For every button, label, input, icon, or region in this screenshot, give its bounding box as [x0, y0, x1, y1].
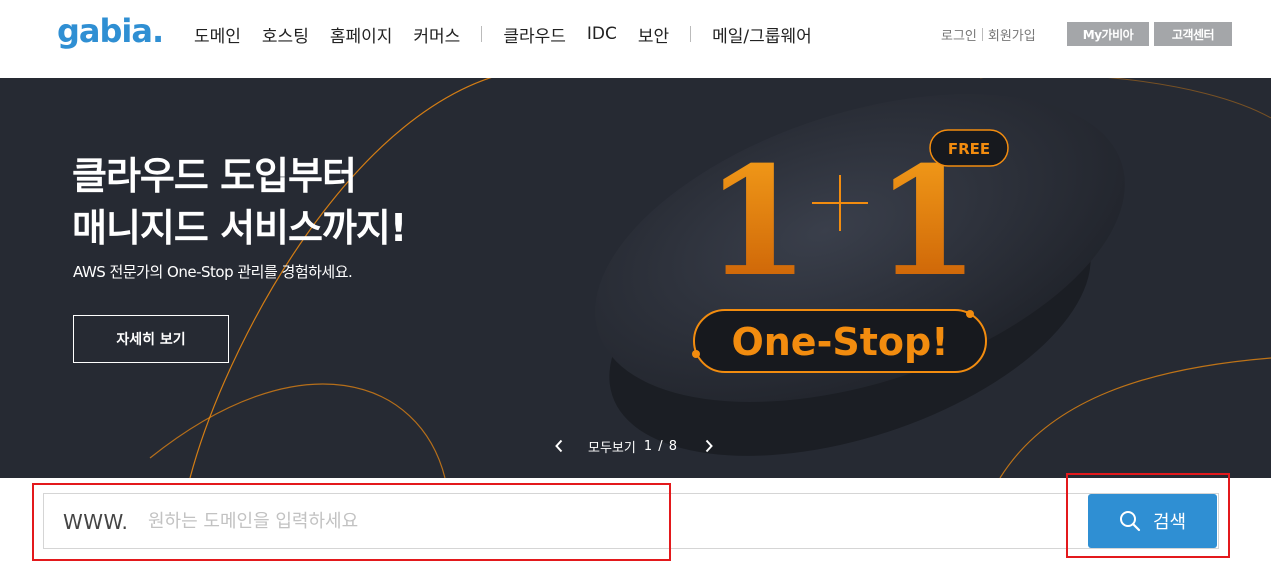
hero-banner: 1 1 FREE One-Stop! 클라우드 도입부터 매니지드 서비스까지!… [0, 78, 1271, 478]
main-nav: 도메인 호스팅 홈페이지 커머스 클라우드 IDC 보안 메일/그룹웨어 [194, 0, 833, 68]
site-header: gabia. 도메인 호스팅 홈페이지 커머스 클라우드 IDC 보안 메일/그… [0, 0, 1271, 78]
nav-divider [690, 26, 692, 42]
domain-search-section: WWW. 검색 [0, 473, 1271, 574]
util-divider [981, 27, 983, 41]
page: gabia. 도메인 호스팅 홈페이지 커머스 클라우드 IDC 보안 메일/그… [0, 0, 1271, 574]
signup-link[interactable]: 회원가입 [988, 25, 1036, 44]
banner-headline-line2: 매니지드 서비스까지! [72, 206, 407, 250]
nav-item-mail-groupware[interactable]: 메일/그룹웨어 [712, 22, 812, 47]
nav-item-homepage[interactable]: 홈페이지 [330, 22, 393, 47]
logo-text: gabia. [57, 12, 163, 50]
detail-button[interactable]: 자세히 보기 [73, 315, 229, 363]
highlight-box-button [1066, 473, 1230, 558]
util-links: 로그인 회원가입 [941, 22, 1036, 46]
nav-item-commerce[interactable]: 커머스 [413, 22, 460, 47]
banner-subline: AWS 전문가의 One-Stop 관리를 경험하세요. [73, 263, 353, 281]
badge-dot [692, 350, 700, 358]
login-link[interactable]: 로그인 [941, 25, 977, 44]
nav-item-domain[interactable]: 도메인 [194, 22, 241, 47]
banner-headline: 클라우드 도입부터 매니지드 서비스까지! [72, 150, 407, 254]
nav-item-security[interactable]: 보안 [638, 22, 669, 47]
nav-item-cloud[interactable]: 클라우드 [503, 22, 566, 47]
nav-item-idc[interactable]: IDC [587, 24, 617, 44]
free-badge-text: FREE [948, 140, 990, 158]
decorative-curve [999, 357, 1271, 478]
slide-counter: 1 / 8 [643, 438, 679, 454]
nav-divider [481, 26, 483, 42]
banner-pager: 모두보기 1 / 8 [548, 434, 720, 458]
customer-center-button[interactable]: 고객센터 [1154, 22, 1232, 46]
next-slide-button[interactable] [698, 435, 720, 457]
banner-headline-line1: 클라우드 도입부터 [72, 154, 357, 198]
gabia-logo[interactable]: gabia. [57, 12, 173, 58]
my-gabia-button[interactable]: My가비아 [1067, 22, 1149, 46]
chevron-right-icon [705, 439, 713, 453]
nav-item-hosting[interactable]: 호스팅 [262, 22, 309, 47]
one-stop-badge-text: One-Stop! [731, 320, 948, 364]
view-all-link[interactable]: 모두보기 [588, 437, 636, 456]
graphic-number-left: 1 [705, 134, 809, 310]
highlight-box-input [32, 483, 671, 561]
chevron-left-icon [555, 439, 563, 453]
prev-slide-button[interactable] [548, 435, 570, 457]
badge-dot [966, 310, 974, 318]
